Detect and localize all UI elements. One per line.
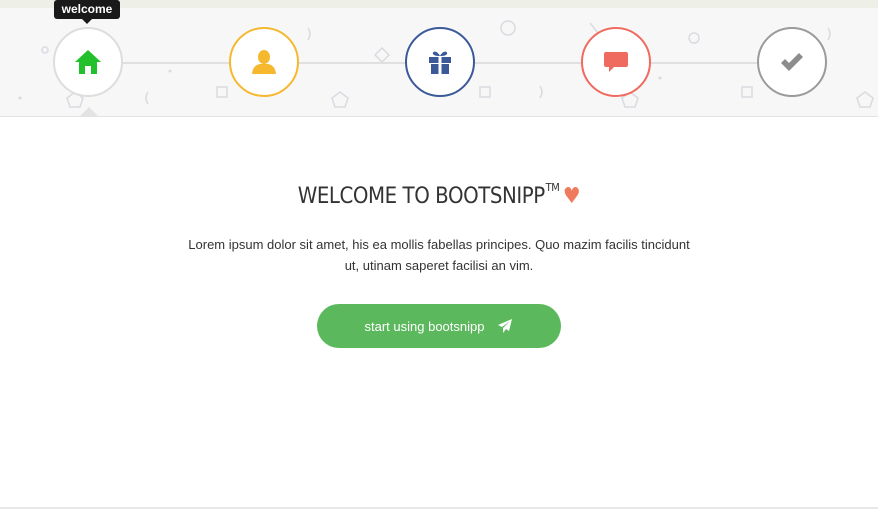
active-step-pointer <box>80 107 98 116</box>
connector-line-1 <box>122 62 230 64</box>
step-done[interactable] <box>757 27 827 97</box>
step-tooltip: welcome <box>54 0 120 19</box>
connector-line-3 <box>474 62 582 64</box>
welcome-panel: WELCOME TO BOOTSNIPPTM ♥ Lorem ipsum dolo… <box>0 118 878 507</box>
user-icon <box>252 50 276 74</box>
connector-line-4 <box>650 62 758 64</box>
heart-icon: ♥ <box>562 184 581 209</box>
step-gift[interactable] <box>405 27 475 97</box>
connector-line-2 <box>298 62 406 64</box>
start-button-label: start using bootsnipp <box>364 318 485 334</box>
wizard-steps-bar <box>0 8 878 117</box>
comment-icon <box>604 52 628 72</box>
paper-plane-icon <box>498 319 513 333</box>
step-profile[interactable] <box>229 27 299 97</box>
intro-paragraph: Lorem ipsum dolor sit amet, his ea molli… <box>188 237 690 273</box>
home-icon <box>75 50 101 74</box>
title-text: WELCOME TO BOOTSNIPP <box>297 184 545 209</box>
tooltip-arrow <box>82 19 92 24</box>
page-title: WELCOME TO BOOTSNIPPTM ♥ <box>44 180 834 209</box>
check-icon <box>781 53 803 71</box>
step-home[interactable] <box>53 27 123 97</box>
gift-icon <box>429 51 451 74</box>
top-strip <box>0 0 878 8</box>
trademark-mark: TM <box>545 180 560 194</box>
step-comments[interactable] <box>581 27 651 97</box>
start-using-button[interactable]: start using bootsnipp <box>317 304 561 348</box>
